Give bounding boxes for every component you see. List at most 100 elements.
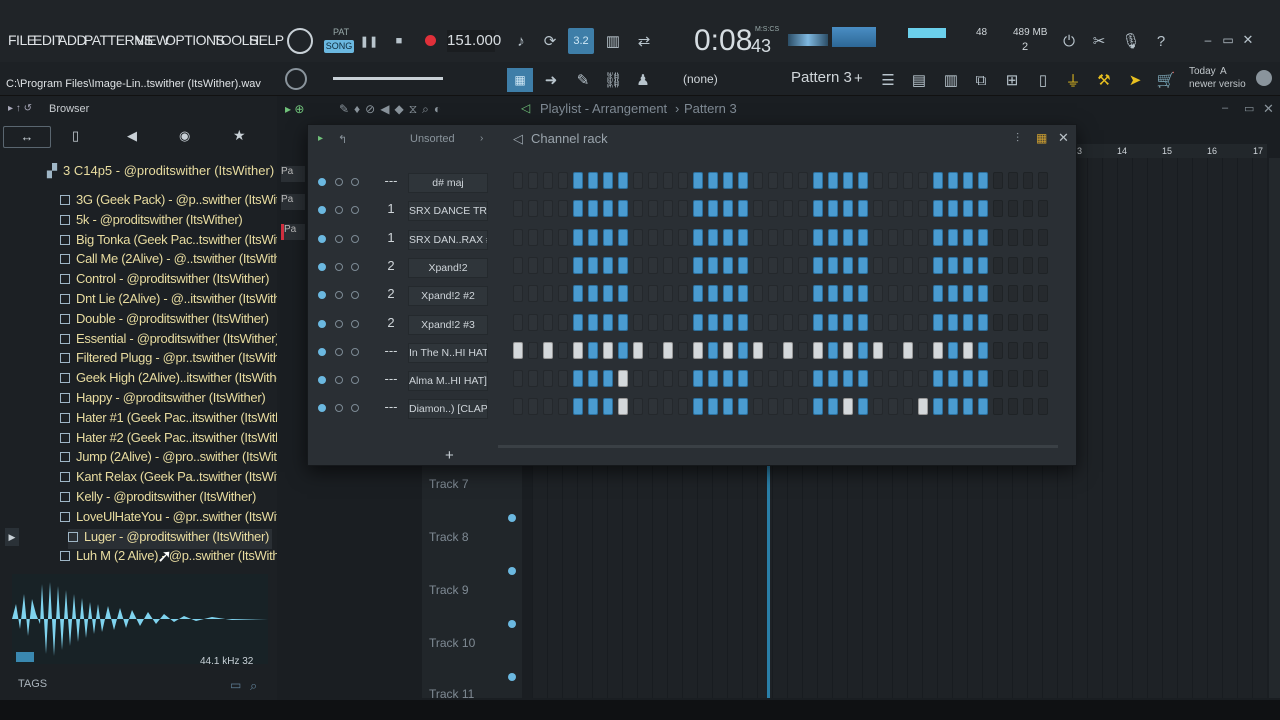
step-button[interactable]	[633, 341, 643, 359]
step-button[interactable]	[768, 256, 778, 274]
shop-button[interactable]: 🛒	[1155, 68, 1177, 92]
step-button[interactable]	[933, 398, 943, 416]
step-button[interactable]	[1023, 172, 1033, 189]
step-button[interactable]	[963, 313, 973, 331]
volume-knob[interactable]	[351, 347, 359, 356]
step-button[interactable]	[843, 228, 853, 246]
playlist-view-button[interactable]: ▦	[507, 68, 533, 92]
browser-file-item[interactable]: Big Tonka (Geek Pac..tswither (ItsWither…	[60, 232, 301, 252]
step-button[interactable]	[648, 200, 658, 218]
step-button[interactable]	[678, 370, 688, 388]
step-button[interactable]	[783, 285, 793, 303]
step-button[interactable]	[1023, 313, 1033, 331]
step-button[interactable]	[813, 228, 823, 246]
pan-knob[interactable]	[335, 178, 343, 186]
step-button[interactable]	[543, 172, 553, 189]
step-button[interactable]	[633, 256, 643, 274]
step-button[interactable]	[678, 172, 688, 189]
step-button[interactable]	[603, 285, 613, 303]
preview-play-marker[interactable]: ▶	[5, 528, 19, 546]
step-button[interactable]	[618, 398, 628, 416]
step-button[interactable]	[573, 172, 583, 189]
plugin-picker-button[interactable]: ⏚	[1062, 68, 1084, 92]
mute-led[interactable]	[318, 234, 326, 243]
step-button[interactable]	[978, 313, 988, 331]
channel-name-button[interactable]: Alma M..HI HAT]	[408, 371, 488, 392]
step-button[interactable]	[933, 256, 943, 274]
step-button[interactable]	[1008, 172, 1018, 189]
step-button[interactable]	[693, 200, 703, 218]
step-button[interactable]	[648, 313, 658, 331]
step-button[interactable]	[768, 228, 778, 246]
step-button[interactable]	[873, 398, 883, 416]
browser-file-item[interactable]: Double - @proditswither (ItsWither)	[60, 311, 269, 331]
step-button[interactable]	[783, 172, 793, 189]
song-position-time[interactable]: 0:08	[694, 24, 752, 58]
step-button[interactable]	[963, 172, 973, 189]
browser-file-item[interactable]: Filtered Plugg - @pr..tswither (ItsWithe…	[60, 350, 295, 370]
volume-knob[interactable]	[351, 291, 359, 300]
step-button[interactable]	[813, 341, 823, 359]
step-button[interactable]	[663, 398, 673, 416]
pause-button[interactable]: ❚❚	[360, 32, 378, 50]
step-button[interactable]	[798, 370, 808, 388]
playlist-close-button[interactable]: ✕	[1263, 101, 1274, 117]
step-button[interactable]	[543, 200, 553, 218]
track-header[interactable]: Track 9	[429, 583, 519, 597]
step-button[interactable]	[1023, 398, 1033, 416]
step-button[interactable]	[558, 172, 568, 189]
step-button[interactable]	[843, 256, 853, 274]
step-button[interactable]	[648, 398, 658, 416]
channel-name-button[interactable]: Xpand!2	[408, 257, 488, 278]
step-button[interactable]	[663, 256, 673, 274]
step-button[interactable]	[588, 228, 598, 246]
browser-folder[interactable]: ▞ 3 C14p5 - @proditswither (ItsWither)	[47, 163, 274, 179]
step-button[interactable]	[798, 341, 808, 359]
step-button[interactable]	[738, 256, 748, 274]
step-button[interactable]	[633, 398, 643, 416]
playlist-scrollbar[interactable]	[1269, 158, 1280, 698]
graph-editor-icon[interactable]: ⫶	[1016, 131, 1019, 146]
step-button[interactable]	[723, 341, 733, 359]
step-button[interactable]	[843, 285, 853, 303]
mic-button[interactable]: 🎙	[1120, 30, 1142, 52]
step-button[interactable]	[753, 256, 763, 274]
step-button[interactable]	[738, 285, 748, 303]
step-button[interactable]	[903, 370, 913, 388]
step-button[interactable]	[1008, 228, 1018, 246]
step-button[interactable]	[903, 398, 913, 416]
step-button[interactable]	[663, 341, 673, 359]
next-button[interactable]: ➜	[540, 68, 562, 92]
step-button[interactable]	[888, 313, 898, 331]
step-button[interactable]	[513, 200, 523, 218]
brush-tool-button[interactable]: ✎	[572, 68, 594, 92]
step-button[interactable]	[1038, 200, 1048, 218]
pattern-tab[interactable]: Pa	[281, 194, 305, 210]
step-button[interactable]	[693, 228, 703, 246]
step-button[interactable]	[858, 285, 868, 303]
playlist-minimize-button[interactable]: –	[1222, 102, 1228, 114]
step-button[interactable]	[963, 228, 973, 246]
step-button[interactable]	[663, 313, 673, 331]
playlist-tools-icon[interactable]: ✎♦⊘◀◆⧖⌕◐	[339, 102, 446, 117]
step-button[interactable]	[798, 313, 808, 331]
step-button[interactable]	[693, 341, 703, 359]
channel-name-button[interactable]: d# maj	[408, 173, 488, 193]
track-mute-led[interactable]	[508, 567, 516, 575]
step-button[interactable]	[948, 398, 958, 416]
step-button[interactable]	[558, 398, 568, 416]
step-edit-button[interactable]: ▥	[601, 30, 625, 52]
menu-view[interactable]: VIEW	[135, 32, 169, 48]
menu-add[interactable]: ADD	[58, 32, 87, 48]
step-button[interactable]	[753, 313, 763, 331]
step-button[interactable]	[918, 341, 928, 359]
mute-led[interactable]	[318, 319, 326, 328]
step-button[interactable]	[633, 228, 643, 246]
step-button[interactable]	[738, 341, 748, 359]
step-button[interactable]	[738, 313, 748, 331]
snap-selector[interactable]: (none)	[683, 72, 718, 86]
step-button[interactable]	[873, 200, 883, 218]
step-button[interactable]	[948, 285, 958, 303]
step-button[interactable]	[858, 256, 868, 274]
maximize-button[interactable]: ▭	[1220, 32, 1236, 48]
